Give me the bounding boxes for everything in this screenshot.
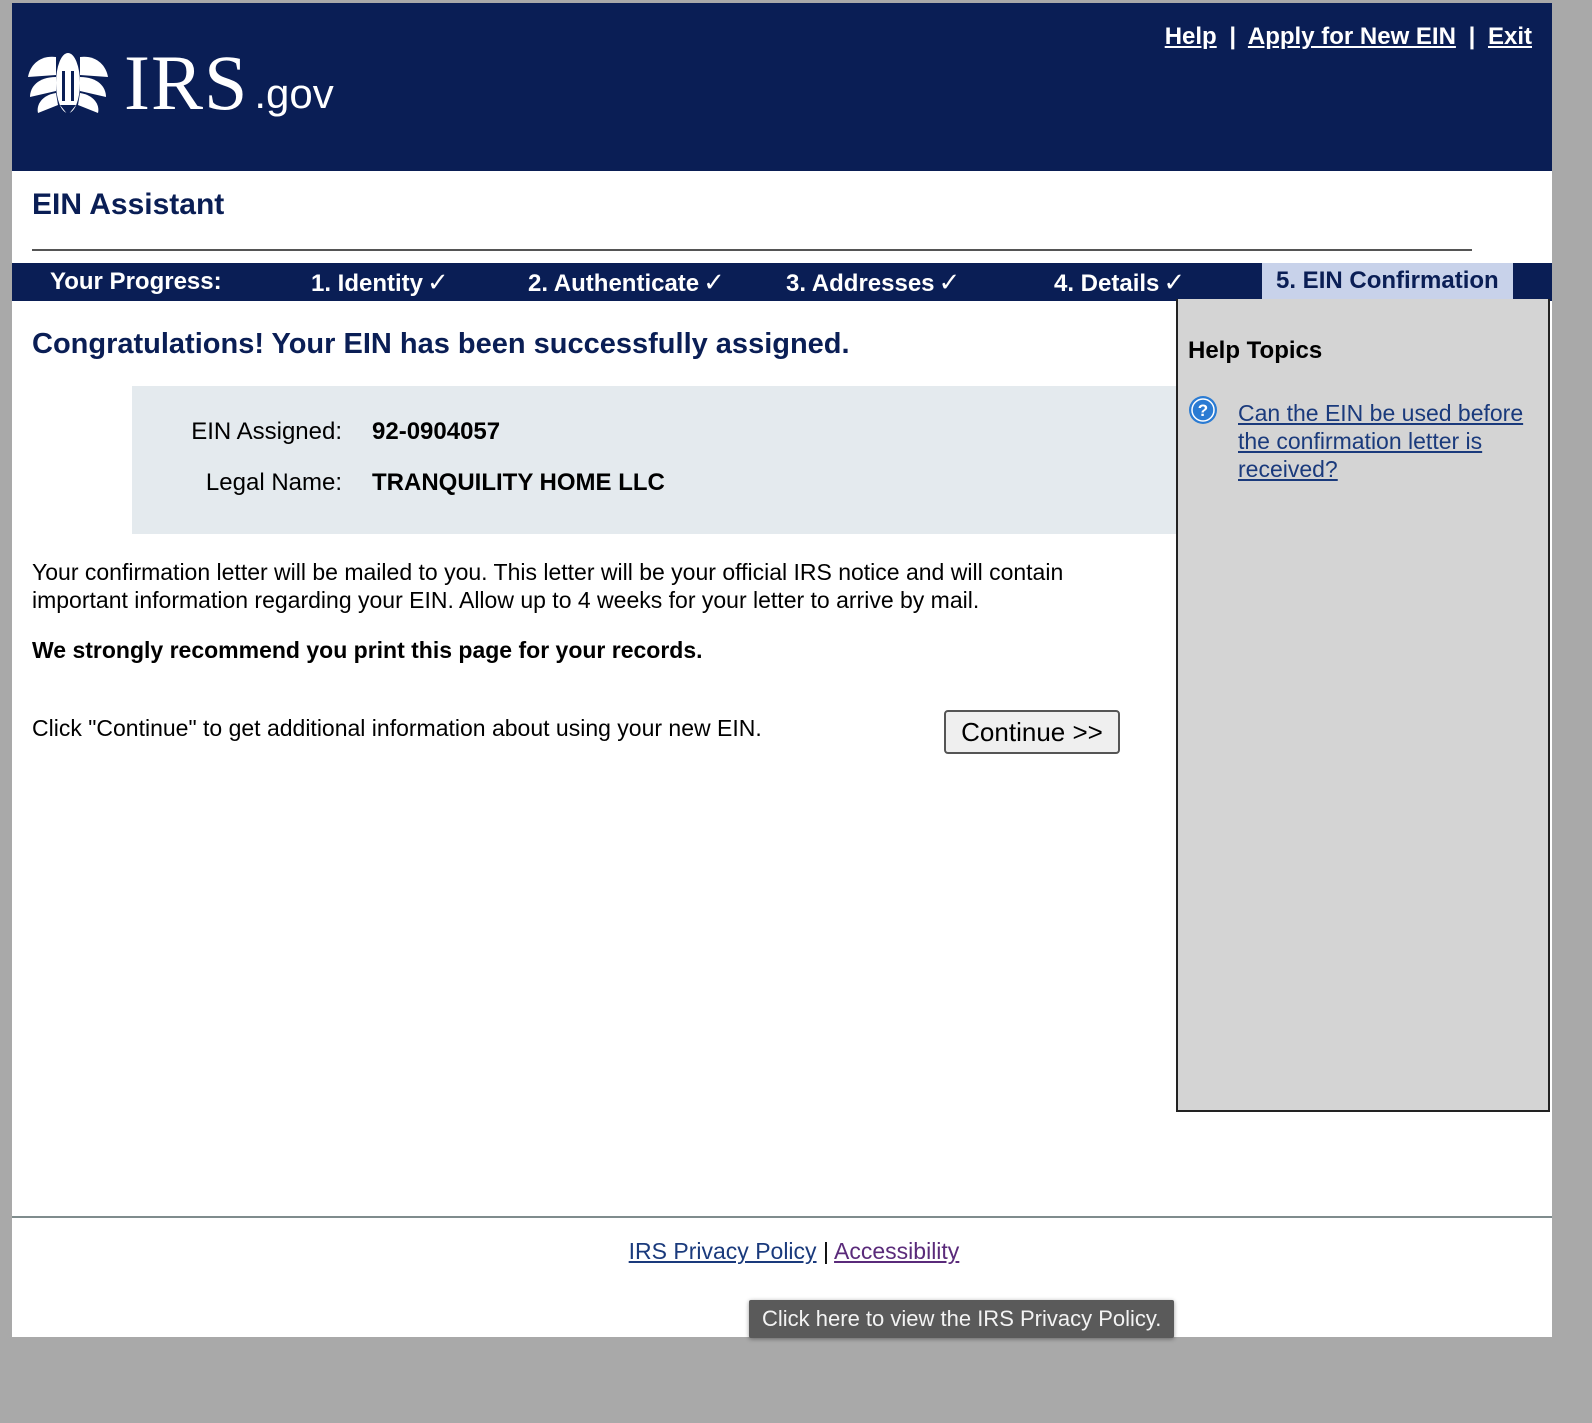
help-topic-link[interactable]: Can the EIN be used before the confirmat…: [1238, 399, 1538, 483]
logo-gov-text: .gov: [254, 70, 334, 117]
ein-assigned-value: 92-0904057: [372, 418, 501, 445]
title-divider: [32, 249, 1472, 251]
ein-assigned-label: EIN Assigned:: [191, 418, 342, 445]
privacy-policy-link[interactable]: IRS Privacy Policy: [629, 1238, 817, 1264]
legal-name-row: Legal Name: TRANQUILITY HOME LLC: [132, 469, 1178, 499]
privacy-policy-tooltip: Click here to view the IRS Privacy Polic…: [749, 1300, 1175, 1338]
progress-step-identity: 1. Identity ✓: [311, 263, 449, 301]
logo-irs-text: IRS: [124, 39, 249, 126]
irs-logo[interactable]: IRS .gov: [26, 39, 334, 126]
link-separator: |: [1229, 23, 1237, 50]
accessibility-link[interactable]: Accessibility: [834, 1238, 959, 1264]
apply-new-ein-link[interactable]: Apply for New EIN: [1248, 23, 1456, 50]
progress-step-addresses: 3. Addresses ✓: [786, 263, 960, 301]
confirmation-letter-text: Your confirmation letter will be mailed …: [32, 559, 1064, 613]
header-links: Help | Apply for New EIN | Exit: [1165, 23, 1532, 51]
footer-links: IRS Privacy Policy | Accessibility: [12, 1238, 1576, 1265]
progress-label: Your Progress:: [50, 268, 222, 295]
footer-separator: |: [822, 1238, 829, 1264]
link-separator: |: [1468, 23, 1476, 50]
checkmark-icon: ✓: [703, 267, 725, 297]
progress-step-ein-confirmation: 5. EIN Confirmation: [1262, 263, 1513, 299]
irs-eagle-icon: [28, 53, 108, 115]
site-header: IRS .gov Help | Apply for New EIN | Exit: [12, 3, 1552, 171]
print-recommendation: We strongly recommend you print this pag…: [32, 637, 703, 663]
checkmark-icon: ✓: [427, 267, 449, 297]
progress-step-details: 4. Details ✓: [1054, 263, 1185, 301]
exit-link[interactable]: Exit: [1488, 23, 1532, 50]
step-label: 3. Addresses: [786, 270, 935, 297]
question-circle-icon[interactable]: ?: [1188, 395, 1218, 425]
footer-divider: [12, 1216, 1552, 1218]
progress-step-authenticate: 2. Authenticate ✓: [528, 263, 725, 301]
step-label: 1. Identity: [311, 270, 424, 297]
help-topics-title: Help Topics: [1188, 337, 1323, 364]
continue-button[interactable]: Continue >>: [944, 710, 1120, 754]
svg-text:?: ?: [1198, 401, 1208, 420]
help-link[interactable]: Help: [1165, 23, 1217, 50]
continue-instructions: Click "Continue" to get additional infor…: [32, 715, 762, 741]
step-label: 4. Details: [1054, 270, 1160, 297]
progress-bar: Your Progress: 1. Identity ✓ 2. Authentic…: [12, 263, 1552, 301]
checkmark-icon: ✓: [1163, 267, 1186, 297]
app-title: EIN Assistant: [32, 188, 225, 221]
legal-name-label: Legal Name:: [205, 469, 342, 496]
ein-details-box: EIN Assigned: 92-0904057 Legal Name: TRA…: [132, 386, 1178, 534]
legal-name-value: TRANQUILITY HOME LLC: [372, 469, 665, 496]
help-topics-panel: Help Topics ? Can the EIN be used before…: [1176, 299, 1550, 1112]
step-label: 2. Authenticate: [528, 270, 700, 297]
checkmark-icon: ✓: [938, 267, 961, 297]
page: IRS .gov Help | Apply for New EIN | Exit…: [12, 0, 1552, 1337]
ein-assigned-row: EIN Assigned: 92-0904057: [132, 418, 1178, 448]
success-heading: Congratulations! Your EIN has been succe…: [32, 328, 850, 360]
